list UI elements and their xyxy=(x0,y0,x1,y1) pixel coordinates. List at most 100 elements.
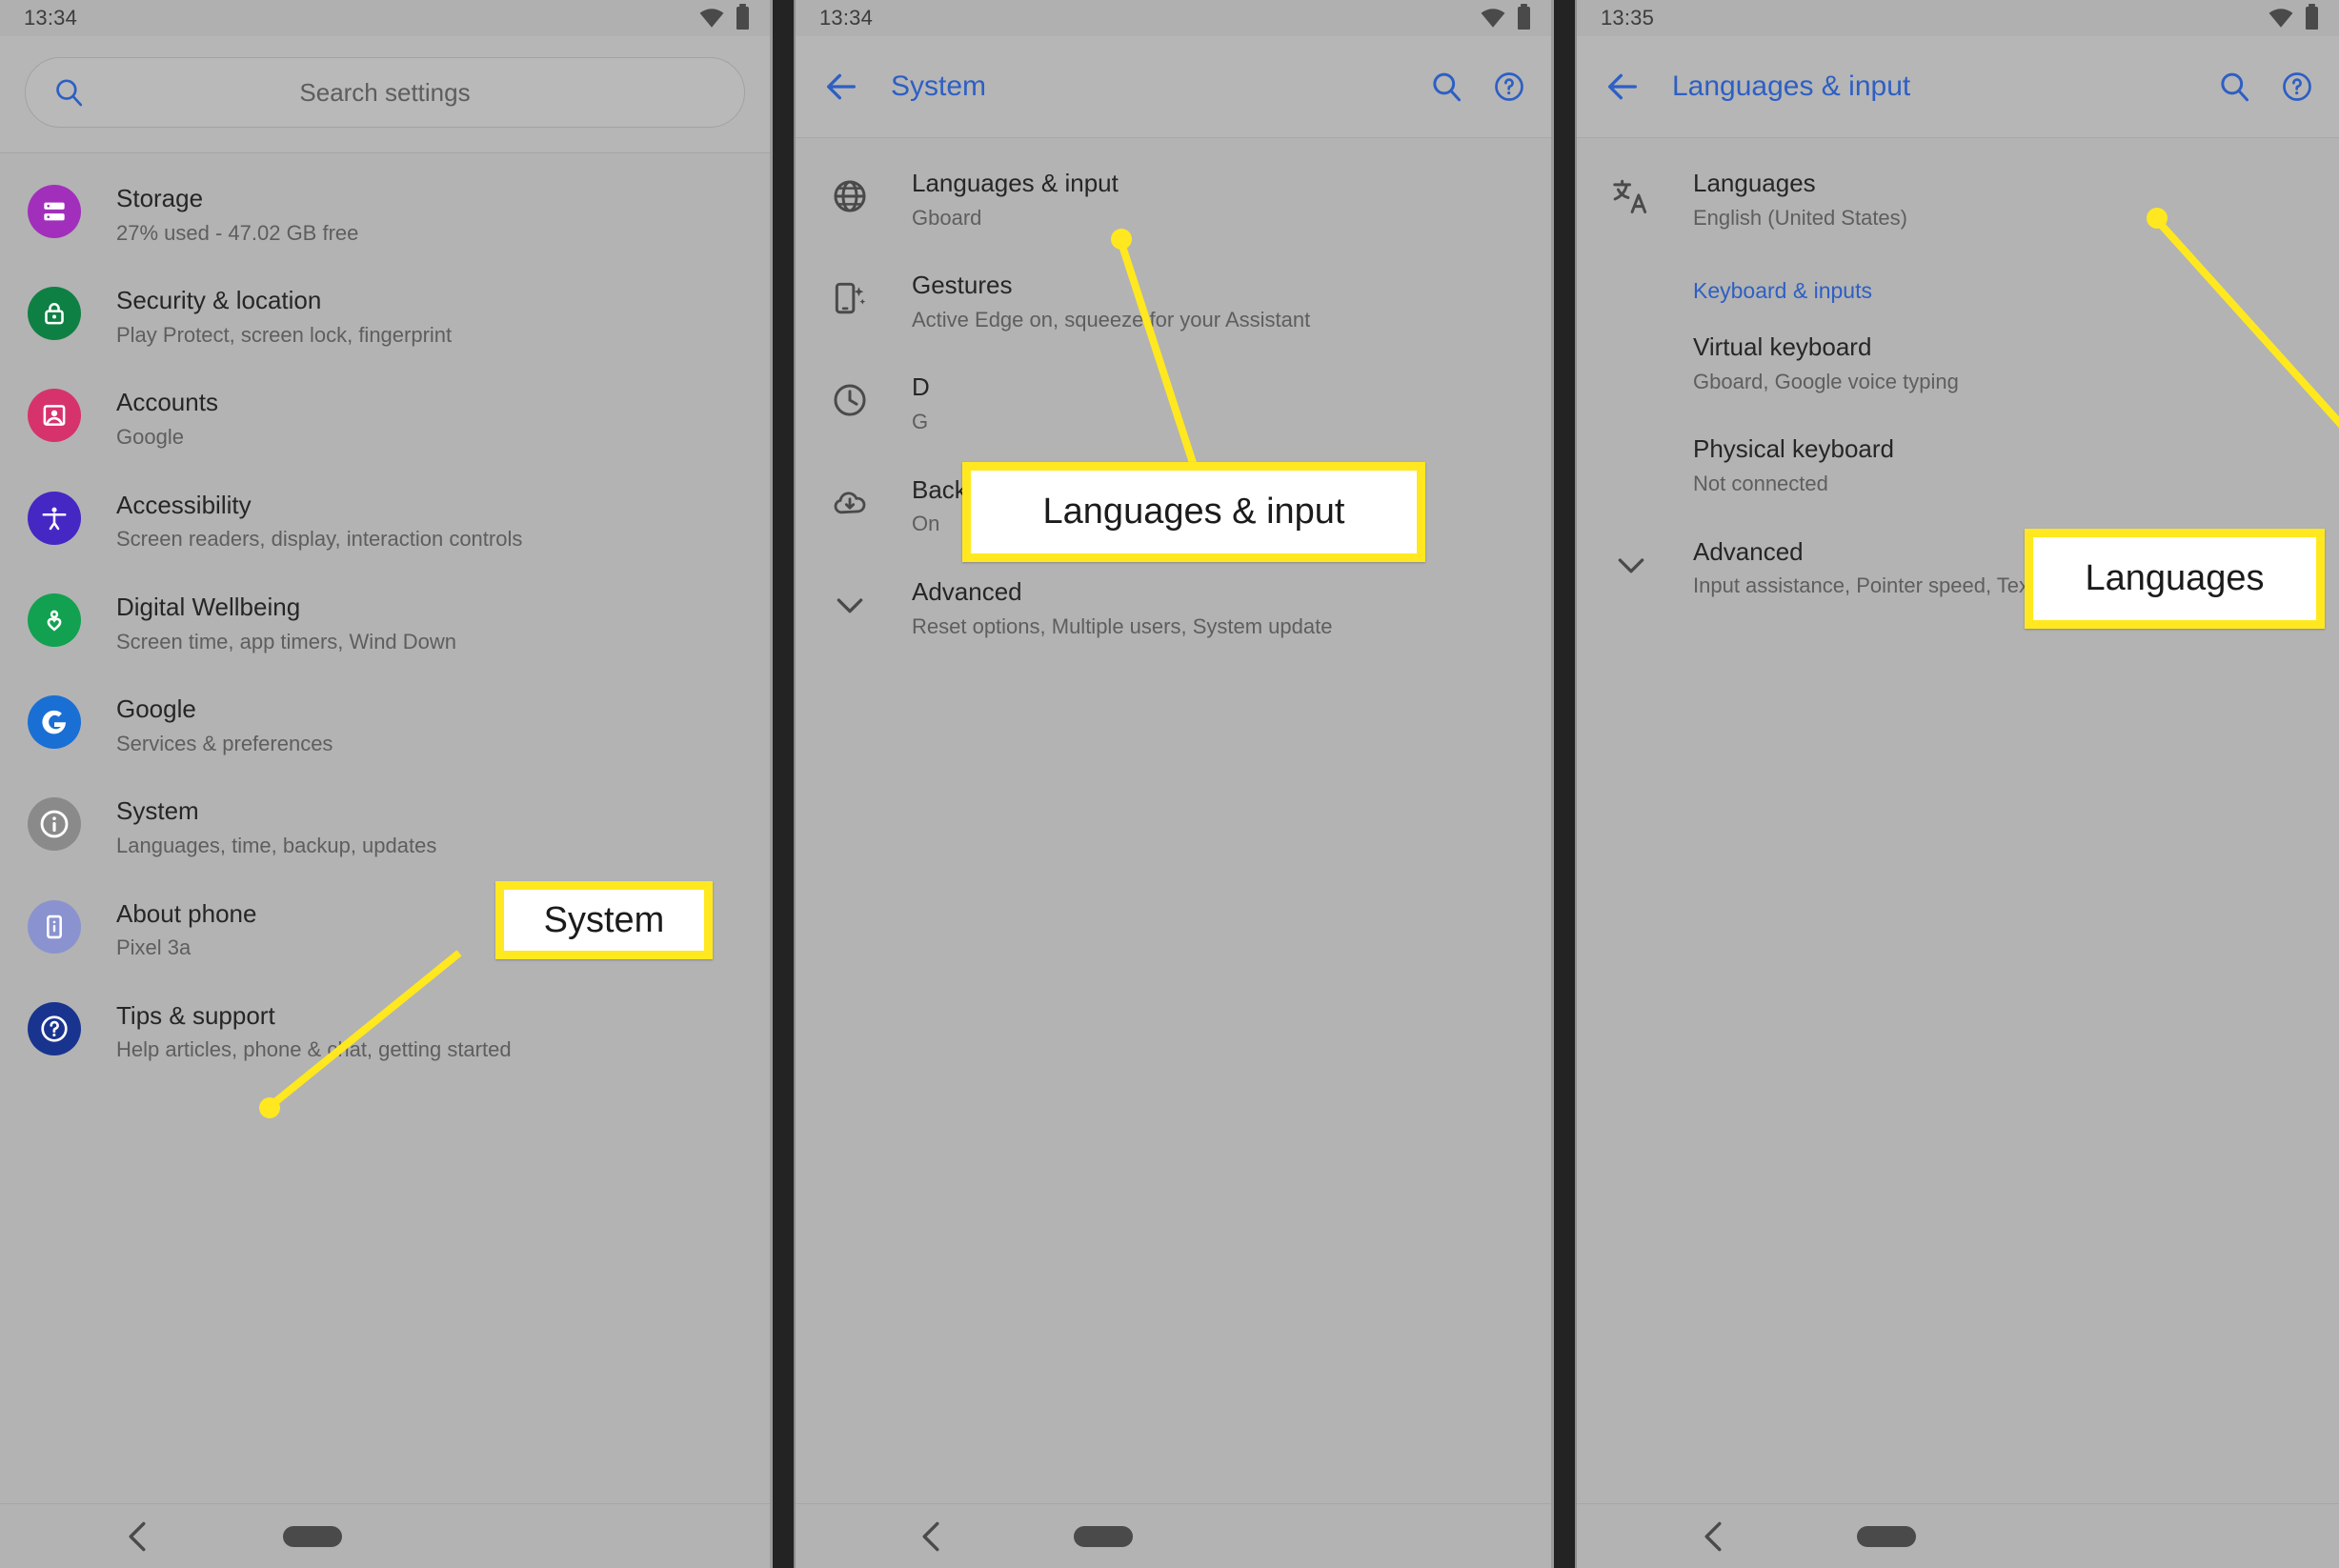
nav-back-icon[interactable] xyxy=(127,1520,148,1553)
status-bar-icons xyxy=(1481,4,1530,30)
battery-icon xyxy=(2306,4,2318,30)
row-title: Digital Wellbeing xyxy=(116,592,301,621)
page-title: System xyxy=(891,70,987,102)
settings-row-security-location[interactable]: Security & location Play Protect, screen… xyxy=(0,265,770,367)
status-bar-icons xyxy=(2268,4,2318,30)
navigation-bar xyxy=(796,1503,1551,1568)
row-title: Google xyxy=(116,694,196,724)
lang-row-languages[interactable]: Languages English (United States) xyxy=(1577,148,2339,250)
search-icon xyxy=(56,79,83,107)
system-row-languages-input[interactable]: Languages & input Gboard xyxy=(796,148,1551,250)
settings-row-accessibility[interactable]: Accessibility Screen readers, display, i… xyxy=(0,470,770,572)
navigation-bar xyxy=(0,1503,770,1568)
google-g-icon xyxy=(25,693,84,752)
system-row-date-time[interactable]: D G xyxy=(796,352,1551,453)
system-row-gestures[interactable]: Gestures Active Edge on, squeeze for you… xyxy=(796,250,1551,352)
status-bar-clock: 13:34 xyxy=(819,6,874,30)
nav-home-pill-icon[interactable] xyxy=(1073,1525,1133,1547)
row-subtitle: Reset options, Multiple users, System up… xyxy=(912,613,1333,638)
search-icon[interactable] xyxy=(2217,70,2251,104)
wifi-icon xyxy=(699,9,724,28)
row-title: Virtual keyboard xyxy=(1693,332,1872,362)
nav-back-icon[interactable] xyxy=(920,1520,941,1553)
row-subtitle: Services & preferences xyxy=(116,731,333,755)
row-subtitle: Gboard, Google voice typing xyxy=(1693,369,1959,393)
gesture-phone-icon xyxy=(820,269,879,328)
row-subtitle: Languages, time, backup, updates xyxy=(116,834,437,858)
nav-home-pill-icon[interactable] xyxy=(282,1525,342,1547)
settings-row-storage[interactable]: Storage 27% used - 47.02 GB free xyxy=(0,163,770,265)
row-title: Advanced xyxy=(912,576,1022,606)
backup-cloud-icon xyxy=(820,473,879,533)
settings-row-system[interactable]: System Languages, time, backup, updates xyxy=(0,775,770,877)
settings-list: Storage 27% used - 47.02 GB free Securit… xyxy=(0,153,770,1082)
chevron-down-icon xyxy=(1602,535,1661,594)
back-arrow-icon[interactable] xyxy=(822,68,860,106)
settings-row-google[interactable]: Google Services & preferences xyxy=(0,673,770,775)
search-settings-bar[interactable]: Search settings xyxy=(25,57,745,128)
lang-row-virtual-keyboard[interactable]: Virtual keyboard Gboard, Google voice ty… xyxy=(1577,312,2339,413)
settings-row-accounts[interactable]: Accounts Google xyxy=(0,367,770,469)
lang-row-physical-keyboard[interactable]: Physical keyboard Not connected xyxy=(1577,413,2339,515)
accessibility-icon xyxy=(25,489,84,548)
row-title: Languages & input xyxy=(912,169,1119,197)
page-title: Languages & input xyxy=(1672,70,1911,102)
row-subtitle: Screen readers, display, interaction con… xyxy=(116,527,523,552)
help-circle-icon[interactable] xyxy=(2280,70,2314,104)
row-subtitle: Not connected xyxy=(1693,472,1828,496)
row-subtitle: On xyxy=(912,512,940,536)
app-bar: System xyxy=(796,36,1551,138)
row-subtitle: G xyxy=(912,410,929,434)
search-input-placeholder: Search settings xyxy=(299,77,471,107)
row-title: About phone xyxy=(116,898,257,928)
help-circle-icon xyxy=(25,999,84,1058)
lock-icon xyxy=(25,284,84,343)
status-bar-clock: 13:35 xyxy=(1601,6,1655,30)
app-bar-actions xyxy=(2217,70,2314,104)
search-icon[interactable] xyxy=(1429,70,1463,104)
storage-icon xyxy=(25,182,84,241)
account-icon xyxy=(25,386,84,445)
globe-icon xyxy=(820,167,879,226)
no-icon-spacer xyxy=(1602,331,1661,390)
row-subtitle: Pixel 3a xyxy=(116,935,192,960)
lang-row-advanced[interactable]: Advanced Input assistance, Pointer speed… xyxy=(1577,516,2339,618)
navigation-bar xyxy=(1577,1503,2339,1568)
settings-row-about-phone[interactable]: About phone Pixel 3a xyxy=(0,878,770,980)
chevron-down-icon xyxy=(820,575,879,634)
settings-row-digital-wellbeing[interactable]: Digital Wellbeing Screen time, app timer… xyxy=(0,572,770,673)
row-title: Accounts xyxy=(116,388,218,417)
languages-input-list: Languages English (United States) Keyboa… xyxy=(1577,138,2339,618)
panel-divider-2 xyxy=(1551,0,1577,1568)
row-title: Backup xyxy=(912,474,995,504)
nav-back-icon[interactable] xyxy=(1703,1520,1724,1553)
phone-panel-settings-home: 13:34 Search settings Storage 27% used -… xyxy=(0,0,770,1568)
wellbeing-icon xyxy=(25,591,84,650)
app-bar-actions xyxy=(1429,70,1526,104)
info-circle-icon xyxy=(25,794,84,854)
settings-row-tips-support[interactable]: Tips & support Help articles, phone & ch… xyxy=(0,980,770,1082)
row-title: Gestures xyxy=(912,271,1013,300)
nav-home-pill-icon[interactable] xyxy=(1857,1525,1916,1547)
row-title: Accessibility xyxy=(116,490,252,519)
back-arrow-icon[interactable] xyxy=(1603,68,1642,106)
status-bar: 13:34 xyxy=(0,0,770,36)
translate-icon xyxy=(1602,167,1661,226)
system-row-advanced[interactable]: Advanced Reset options, Multiple users, … xyxy=(796,556,1551,658)
phone-info-icon xyxy=(25,897,84,956)
row-subtitle: Screen time, app timers, Wind Down xyxy=(116,629,457,653)
row-subtitle: Input assistance, Pointer speed, Text-to… xyxy=(1693,573,2147,598)
clock-icon xyxy=(820,371,879,430)
row-subtitle: 27% used - 47.02 GB free xyxy=(116,220,359,245)
callout-anchor-dot xyxy=(259,1097,280,1118)
status-bar-icons xyxy=(699,4,749,30)
row-title: Languages xyxy=(1693,169,1816,197)
wifi-icon xyxy=(1481,9,1505,28)
no-icon-spacer xyxy=(1602,432,1661,492)
section-header-keyboard-inputs: Keyboard & inputs xyxy=(1693,278,1872,304)
status-bar: 13:35 xyxy=(1577,0,2339,36)
status-bar: 13:34 xyxy=(796,0,1551,36)
wifi-icon xyxy=(2268,9,2293,28)
system-row-backup[interactable]: Backup On xyxy=(796,454,1551,556)
help-circle-icon[interactable] xyxy=(1492,70,1526,104)
